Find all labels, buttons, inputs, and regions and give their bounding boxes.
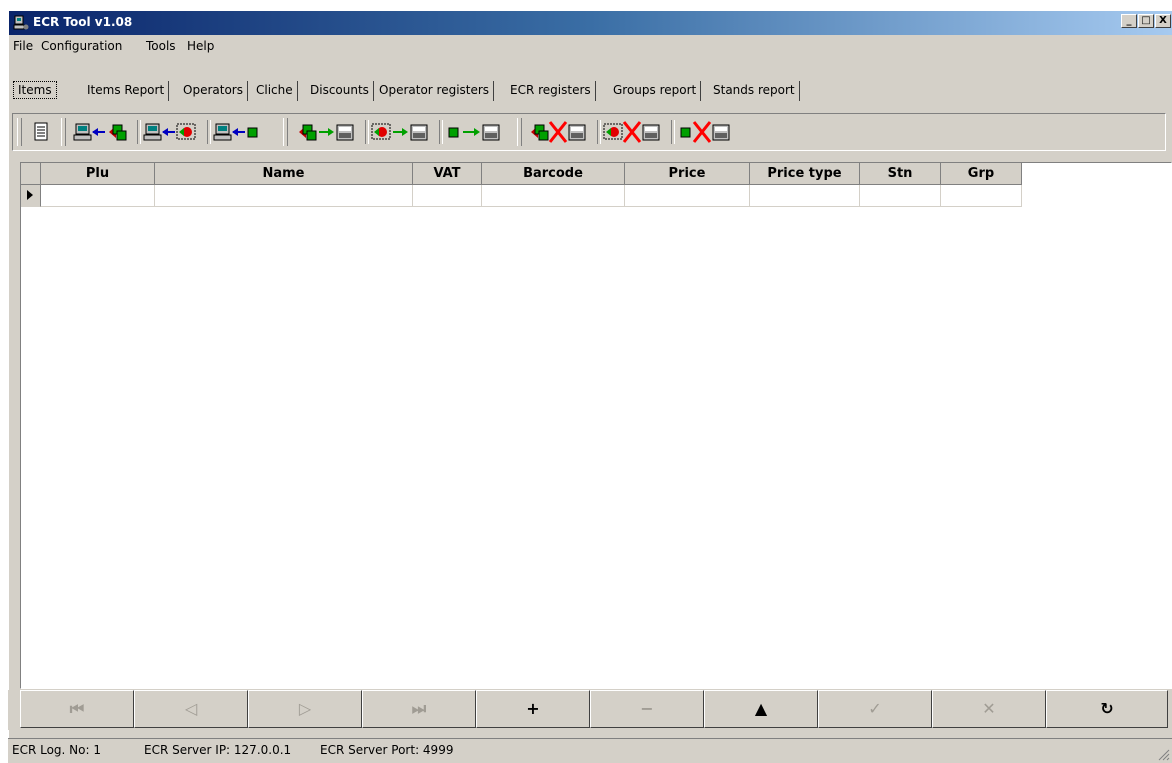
- items-grid[interactable]: Plu Name VAT Barcode Price Price type St…: [20, 162, 1172, 689]
- nav-edit-button[interactable]: ▲: [704, 690, 818, 728]
- menu-help[interactable]: Help: [187, 39, 214, 53]
- resize-grip-icon[interactable]: [1156, 747, 1170, 761]
- tab-operator-registers[interactable]: Operator registers: [375, 81, 495, 101]
- toolbar-separator: [365, 120, 369, 144]
- cell-plu[interactable]: [41, 185, 155, 207]
- status-bar: ECR Log. No: 1 ECR Server IP: 127.0.0.1 …: [8, 738, 1172, 763]
- tab-items[interactable]: Items: [13, 81, 57, 99]
- document-icon[interactable]: [29, 119, 53, 145]
- tab-operators[interactable]: Operators: [179, 81, 248, 101]
- tab-cliche[interactable]: Cliche: [252, 81, 298, 101]
- toolbar-separator: [439, 120, 443, 144]
- tab-items-report[interactable]: Items Report: [83, 81, 170, 101]
- row-indicator-header: [21, 163, 41, 185]
- toolbar-separator: [207, 120, 211, 144]
- nav-post-button[interactable]: ✓: [818, 690, 932, 728]
- column-header-vat[interactable]: VAT: [413, 163, 482, 185]
- read-all-icon[interactable]: [73, 119, 131, 145]
- window-title: ECR Tool v1.08: [33, 15, 133, 29]
- column-header-price-type[interactable]: Price type: [750, 163, 860, 185]
- close-button[interactable]: X: [1155, 14, 1171, 28]
- cell-barcode[interactable]: [482, 185, 625, 207]
- toolbar-separator: [137, 120, 141, 144]
- menu-configuration[interactable]: Configuration: [41, 39, 122, 53]
- status-server-ip: ECR Server IP: 127.0.0.1: [144, 743, 292, 757]
- cell-name[interactable]: [155, 185, 413, 207]
- cell-grp[interactable]: [941, 185, 1022, 207]
- column-header-plu[interactable]: Plu: [41, 163, 155, 185]
- nav-cancel-button[interactable]: ✕: [932, 690, 1046, 728]
- status-log-no: ECR Log. No: 1: [12, 743, 101, 757]
- write-all-icon[interactable]: [297, 119, 359, 145]
- items-toolbar: [12, 113, 1166, 151]
- column-header-barcode[interactable]: Barcode: [482, 163, 625, 185]
- tab-discounts[interactable]: Discounts: [306, 81, 374, 101]
- menu-file[interactable]: File: [13, 39, 33, 53]
- tab-groups-report[interactable]: Groups report: [609, 81, 702, 101]
- read-selected-icon[interactable]: [143, 119, 201, 145]
- delete-all-icon[interactable]: [529, 119, 591, 145]
- cell-stn[interactable]: [860, 185, 941, 207]
- nav-refresh-button[interactable]: ↻: [1046, 690, 1168, 728]
- toolbar-grip-2: [61, 118, 66, 146]
- minimize-button[interactable]: _: [1121, 14, 1137, 28]
- row-indicator[interactable]: [21, 185, 41, 207]
- toolbar-separator: [671, 120, 675, 144]
- delete-current-icon[interactable]: [677, 119, 739, 145]
- write-selected-icon[interactable]: [371, 119, 433, 145]
- toolbar-grip-4: [517, 118, 522, 146]
- column-header-stn[interactable]: Stn: [860, 163, 941, 185]
- maximize-button[interactable]: □: [1138, 14, 1154, 28]
- nav-next-button[interactable]: ▷: [248, 690, 362, 728]
- tab-stands-report[interactable]: Stands report: [709, 81, 800, 101]
- title-bar[interactable]: ECR Tool v1.08 _ □ X: [9, 11, 1172, 35]
- menu-bar: File Configuration Tools Help: [9, 36, 1172, 56]
- navigator-bar: ⏮ ◁ ▷ ⏭ + − ▲ ✓ ✕ ↻: [8, 690, 1172, 730]
- column-header-name[interactable]: Name: [155, 163, 413, 185]
- items-page: Plu Name VAT Barcode Price Price type St…: [8, 113, 1172, 763]
- nav-last-button[interactable]: ⏭: [362, 690, 476, 728]
- current-row-arrow-icon: [27, 190, 33, 200]
- menu-tools[interactable]: Tools: [146, 39, 176, 53]
- toolbar-grip[interactable]: [17, 118, 22, 146]
- tab-ecr-registers[interactable]: ECR registers: [506, 81, 596, 101]
- column-header-price[interactable]: Price: [625, 163, 750, 185]
- read-current-icon[interactable]: [213, 119, 271, 145]
- cell-price[interactable]: [625, 185, 750, 207]
- nav-insert-button[interactable]: +: [476, 690, 590, 728]
- status-server-port: ECR Server Port: 4999: [320, 743, 454, 757]
- column-header-grp[interactable]: Grp: [941, 163, 1022, 185]
- delete-selected-icon[interactable]: [603, 119, 665, 145]
- toolbar-separator: [597, 120, 601, 144]
- cell-price-type[interactable]: [750, 185, 860, 207]
- nav-prior-button[interactable]: ◁: [134, 690, 248, 728]
- cell-vat[interactable]: [413, 185, 482, 207]
- nav-first-button[interactable]: ⏮: [20, 690, 134, 728]
- app-icon: [13, 15, 29, 30]
- write-current-icon[interactable]: [445, 119, 507, 145]
- toolbar-grip-3: [283, 118, 288, 146]
- nav-delete-button[interactable]: −: [590, 690, 704, 728]
